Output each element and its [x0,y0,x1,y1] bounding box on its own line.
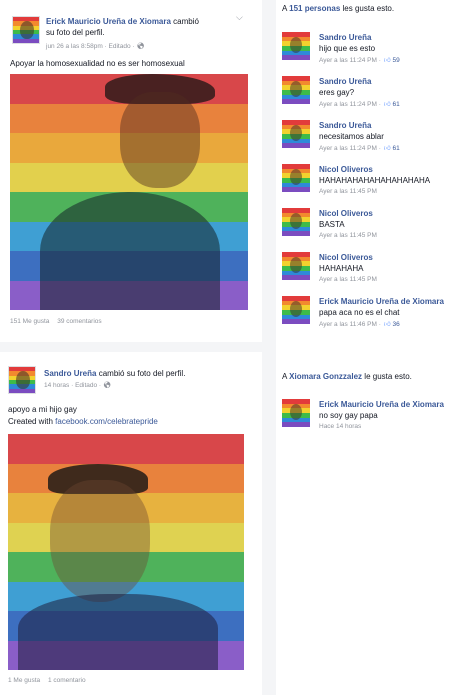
avatar[interactable] [282,208,310,236]
avatar[interactable] [282,164,310,192]
likes-prefix: A [282,4,287,13]
comment-text: necesitamos ablar [319,132,384,141]
comment-author[interactable]: Nicol Oliveros [319,253,373,262]
likes-summary[interactable]: A Xiomara Gonzzalez le gusta esto. [282,372,412,381]
comment-author[interactable]: Sandro Ureña [319,77,371,86]
post-action: cambió su foto del perfil. [98,369,186,378]
comment-text: papa aca no es el chat [319,308,400,317]
comment-timestamp[interactable]: Ayer a las 11:24 PM · [319,145,381,152]
comment-text: eres gay? [319,88,355,97]
likes-count[interactable]: 151 Me gusta [10,318,49,325]
comment-author[interactable]: Erick Mauricio Ureña de Xiomara [319,297,444,306]
comment-item: Nicol Oliveros BASTA Ayer a las 11:45 PM [282,208,470,252]
profile-photo[interactable] [8,434,244,670]
thumb-up-icon: 👍︎ [383,101,391,108]
comment-meta: Ayer a las 11:46 PM · 👍︎ 36 [319,320,400,328]
comment-text: BASTA [319,220,345,229]
comment-meta: Ayer a las 11:45 PM [319,276,377,283]
comment-meta: Hace 14 horas [319,423,361,430]
comment-timestamp[interactable]: Hace 14 horas [319,423,361,430]
author-name[interactable]: Sandro Ureña [44,369,96,378]
avatar[interactable] [282,120,310,148]
post-meta[interactable]: 14 horas · Editado · 🌎︎ [44,381,111,389]
likes-count[interactable]: 1 Me gusta [8,677,40,684]
comment-item: Nicol Oliveros HAHAHAHA Ayer a las 11:45 P… [282,252,470,296]
likes-suffix: les gusta esto. [342,4,395,13]
comment-item: Erick Mauricio Ureña de Xiomara no soy ga… [282,399,470,443]
column-divider [262,0,276,695]
comment-like-count[interactable]: 61 [393,101,400,108]
comment-text: HAHAHAHA [319,264,364,273]
thumb-up-icon: 👍︎ [383,57,391,64]
comment-meta: Ayer a las 11:45 PM [319,188,377,195]
avatar[interactable] [282,296,310,324]
avatar[interactable] [282,399,310,427]
post-erick: Erick Mauricio Ureña de Xiomara cambió s… [0,0,262,342]
post-stats: 151 Me gusta 39 comentarios [10,318,108,325]
post-author-line: Erick Mauricio Ureña de Xiomara cambió s… [46,16,246,38]
thumb-up-icon: 👍︎ [383,321,391,328]
thumb-up-icon: 👍︎ [383,145,391,152]
globe-icon: 🌎︎ [136,43,145,50]
comments-count[interactable]: 1 comentario [48,677,86,684]
globe-icon: 🌎︎ [102,382,112,389]
comment-author[interactable]: Sandro Ureña [319,121,371,130]
comment-item: Nicol Oliveros HAHAHAHAHAHAHAHAHAHA Ayer a… [282,164,470,208]
comment-like-count[interactable]: 59 [393,57,400,64]
post-divider [0,342,262,352]
avatar[interactable] [282,32,310,60]
post-stats: 1 Me gusta 1 comentario [8,677,92,684]
post-action-cont: su foto del perfil. [46,28,105,37]
comment-timestamp[interactable]: Ayer a las 11:45 PM [319,276,377,283]
comment-item: Sandro Ureña necesitamos ablar Ayer a las … [282,120,470,164]
likes-summary[interactable]: A 151 personas les gusta esto. [282,4,394,13]
post-author-line: Sandro Ureña cambió su foto del perfil. [44,368,254,379]
avatar[interactable] [282,76,310,104]
comment-author[interactable]: Nicol Oliveros [319,209,373,218]
post-text: apoyo a mi hijo gay Created with faceboo… [8,404,158,428]
comment-timestamp[interactable]: Ayer a las 11:45 PM [319,232,377,239]
comment-author[interactable]: Sandro Ureña [319,33,371,42]
comment-item: Sandro Ureña eres gay? Ayer a las 11:24 PM… [282,76,470,120]
avatar[interactable] [12,16,40,44]
comment-author[interactable]: Erick Mauricio Ureña de Xiomara [319,400,444,409]
avatar[interactable] [282,252,310,280]
post-sandro: Sandro Ureña cambió su foto del perfil. … [0,352,262,695]
post-meta[interactable]: jun 26 a las 8:58pm · Editado · 🌎︎ [46,42,145,50]
comment-item: Erick Mauricio Ureña de Xiomara papa aca … [282,296,470,340]
post-timestamp[interactable]: jun 26 a las 8:58pm · Editado · [46,43,135,50]
likes-people-count[interactable]: 151 personas [289,4,340,13]
chevron-down-icon[interactable]: ⌵ [236,12,243,23]
likes-prefix: A [282,372,287,381]
comment-text: no soy gay papa [319,411,378,420]
post-timestamp[interactable]: 14 horas · Editado · [44,382,101,389]
likes-person-name[interactable]: Xiomara Gonzzalez [289,372,362,381]
comment-timestamp[interactable]: Ayer a las 11:24 PM · [319,101,381,108]
comment-author[interactable]: Nicol Oliveros [319,165,373,174]
comment-item: Sandro Ureña hijo que es esto Ayer a las 1… [282,32,470,76]
comment-meta: Ayer a las 11:45 PM [319,232,377,239]
likes-suffix: le gusta esto. [364,372,412,381]
comment-meta: Ayer a las 11:24 PM · 👍︎ 61 [319,100,400,108]
comment-meta: Ayer a las 11:24 PM · 👍︎ 61 [319,144,400,152]
comment-text: hijo que es esto [319,44,376,53]
post-text-prefix: Created with [8,417,53,426]
comment-timestamp[interactable]: Ayer a las 11:24 PM · [319,57,381,64]
celebrate-pride-link[interactable]: facebook.com/celebratepride [55,417,158,426]
comment-meta: Ayer a las 11:24 PM · 👍︎ 59 [319,56,400,64]
comment-text: HAHAHAHAHAHAHAHAHAHA [319,176,431,185]
profile-photo[interactable] [10,74,248,310]
author-name[interactable]: Erick Mauricio Ureña de Xiomara [46,17,171,26]
post-text-line: apoyo a mi hijo gay [8,405,77,414]
comment-like-count[interactable]: 61 [393,145,400,152]
comments-count[interactable]: 39 comentarios [57,318,101,325]
post-text: Apoyar la homosexualidad no es ser homos… [10,59,185,68]
comment-like-count[interactable]: 36 [393,321,400,328]
avatar[interactable] [8,366,36,394]
comment-timestamp[interactable]: Ayer a las 11:45 PM [319,188,377,195]
comment-timestamp[interactable]: Ayer a las 11:46 PM · [319,321,381,328]
post-action: cambió [173,17,199,26]
